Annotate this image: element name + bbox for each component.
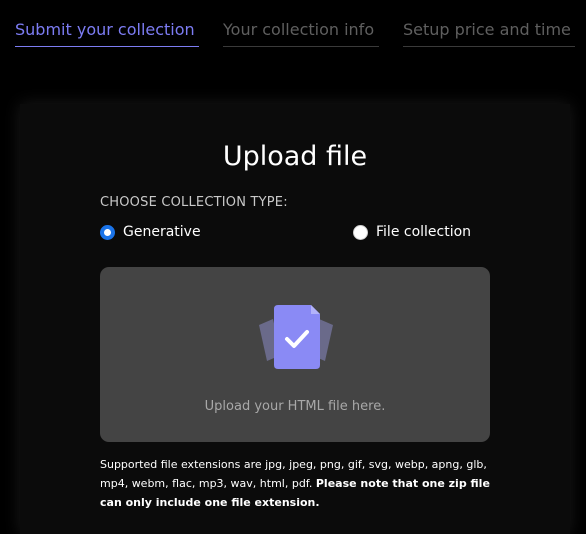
file-collection-label: File collection (376, 224, 472, 240)
page-title: Upload file (222, 141, 368, 172)
tab-submit-collection[interactable]: Submit your collection (15, 20, 199, 47)
radio-option-file-collection[interactable]: File collection (353, 223, 471, 241)
step-tabs: Submit your collection Your collection i… (0, 0, 586, 60)
tab-setup-price-time[interactable]: Setup price and time (403, 20, 575, 47)
file-collection-radio[interactable] (353, 224, 368, 240)
upload-card: Upload file CHOOSE COLLECTION TYPE: Gene… (20, 104, 570, 534)
dropzone-text: Upload your HTML file here. (204, 399, 386, 414)
radio-option-generative[interactable]: Generative (100, 223, 201, 241)
supported-extensions-note: Supported file extensions are jpg, jpeg,… (100, 455, 495, 512)
file-dropzone[interactable]: Upload your HTML file here. (100, 267, 490, 442)
collection-type-label: CHOOSE COLLECTION TYPE: (100, 195, 288, 210)
file-check-icon (259, 305, 333, 369)
generative-radio[interactable] (100, 224, 115, 240)
generative-label: Generative (123, 224, 201, 240)
tab-collection-info[interactable]: Your collection info (223, 20, 379, 47)
